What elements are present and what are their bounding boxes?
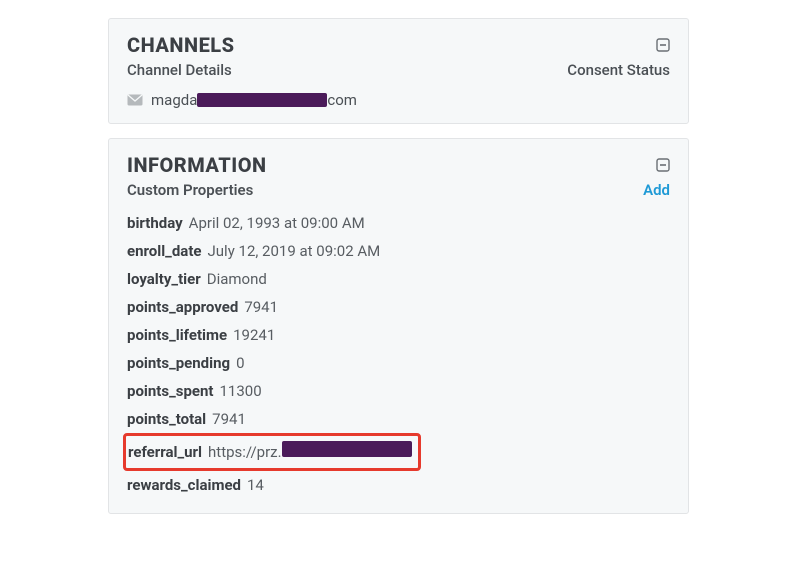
channels-card: CHANNELS Channel Details Consent Status … — [108, 18, 689, 124]
referral-url-prefix: https://prz. — [208, 443, 282, 461]
email-prefix: magda — [151, 91, 197, 109]
prop-points-approved: points_approved 7941 — [127, 293, 670, 321]
prop-key: loyalty_tier — [127, 265, 201, 293]
add-link[interactable]: Add — [643, 181, 670, 199]
prop-key: referral_url — [128, 438, 202, 466]
prop-val: 11300 — [219, 377, 261, 405]
prop-birthday: birthday April 02, 1993 at 09:00 AM — [127, 209, 670, 237]
prop-val: 7941 — [244, 293, 278, 321]
prop-loyalty-tier: loyalty_tier Diamond — [127, 265, 670, 293]
prop-enroll-date: enroll_date July 12, 2019 at 09:02 AM — [127, 237, 670, 265]
prop-key: points_spent — [127, 377, 213, 405]
information-header: INFORMATION — [127, 153, 670, 177]
prop-val: 14 — [247, 471, 264, 499]
prop-rewards-claimed: rewards_claimed 14 — [127, 471, 670, 499]
prop-points-lifetime: points_lifetime 19241 — [127, 321, 670, 349]
collapse-icon[interactable] — [656, 158, 670, 172]
prop-val: https://prz. — [208, 438, 412, 466]
referral-url-highlight: referral_url https://prz. — [123, 433, 421, 471]
prop-key: points_pending — [127, 349, 230, 377]
prop-val: April 02, 1993 at 09:00 AM — [189, 209, 365, 237]
prop-points-spent: points_spent 11300 — [127, 377, 670, 405]
information-title: INFORMATION — [127, 153, 267, 177]
prop-referral-url: referral_url https://prz. — [127, 433, 670, 471]
channels-title: CHANNELS — [127, 33, 235, 57]
consent-status-label: Consent Status — [567, 61, 670, 79]
prop-key: points_lifetime — [127, 321, 227, 349]
email-redaction — [197, 93, 327, 107]
prop-key: rewards_claimed — [127, 471, 241, 499]
channels-subhead-row: Channel Details Consent Status — [127, 61, 670, 79]
prop-val: Diamond — [207, 265, 267, 293]
information-card: INFORMATION Custom Properties Add birthd… — [108, 138, 689, 514]
channels-header: CHANNELS — [127, 33, 670, 57]
prop-key: points_approved — [127, 293, 238, 321]
prop-key: points_total — [127, 405, 206, 433]
prop-val: July 12, 2019 at 09:02 AM — [208, 237, 381, 265]
email-suffix: com — [327, 91, 357, 109]
prop-key: enroll_date — [127, 237, 202, 265]
channel-email-row[interactable]: magda com — [127, 91, 670, 109]
prop-val: 0 — [236, 349, 244, 377]
referral-url-redaction — [282, 441, 412, 457]
custom-properties-list: birthday April 02, 1993 at 09:00 AM enro… — [127, 209, 670, 499]
custom-properties-label: Custom Properties — [127, 181, 253, 199]
prop-val: 7941 — [212, 405, 246, 433]
collapse-icon[interactable] — [656, 38, 670, 52]
prop-points-pending: points_pending 0 — [127, 349, 670, 377]
prop-val: 19241 — [233, 321, 275, 349]
envelope-icon — [127, 94, 143, 106]
information-subhead-row: Custom Properties Add — [127, 181, 670, 199]
channel-details-label: Channel Details — [127, 61, 232, 79]
prop-points-total: points_total 7941 — [127, 405, 670, 433]
prop-key: birthday — [127, 209, 183, 237]
